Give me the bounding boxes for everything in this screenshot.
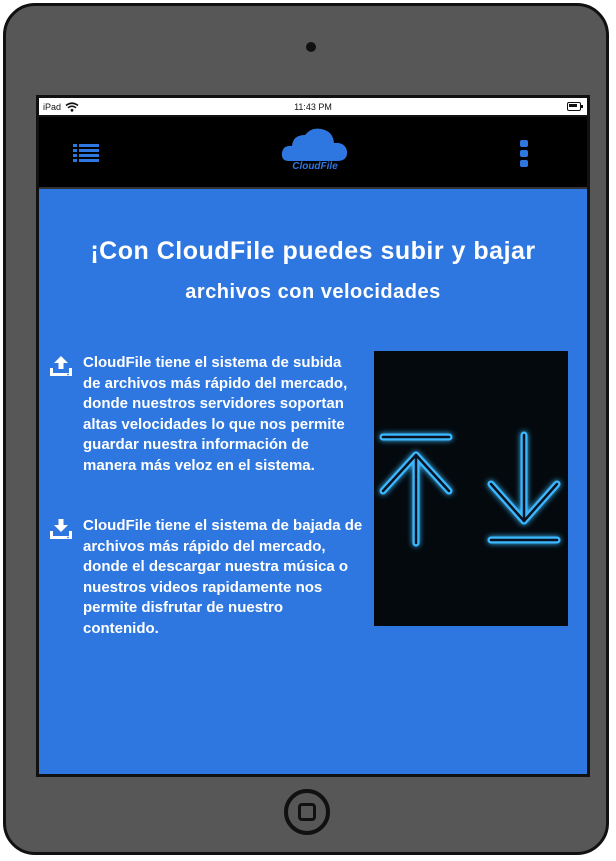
download-icon (50, 519, 72, 539)
status-bar: iPad 11:43 PM (39, 98, 587, 117)
headline: ¡Con CloudFile puedes subir y bajar (90, 237, 536, 265)
home-square-icon (298, 803, 316, 821)
upload-icon (50, 356, 72, 376)
app-header: CloudFile (39, 117, 587, 189)
cloudfile-logo[interactable]: CloudFile (279, 125, 351, 177)
upload-download-image (374, 351, 568, 626)
camera-dot (306, 42, 316, 52)
home-button[interactable] (284, 789, 330, 835)
subheadline: archivos con velocidades (185, 281, 441, 303)
list-icon[interactable] (73, 143, 99, 163)
vertical-ellipsis-icon[interactable] (519, 139, 529, 169)
status-time: 11:43 PM (294, 102, 332, 112)
main-content: ¡Con CloudFile puedes subir y bajar arch… (39, 189, 587, 774)
feature-download-text: CloudFile tiene el sistema de bajada de … (83, 517, 363, 637)
feature-upload-text: CloudFile tiene el sistema de subida de … (83, 354, 348, 474)
logo-text: CloudFile (292, 161, 338, 172)
cloud-icon (281, 128, 348, 161)
battery-icon (567, 102, 583, 111)
tablet-screen: iPad 11:43 PM CloudFile ¡Con CloudFile p… (36, 95, 590, 777)
tablet-frame: iPad 11:43 PM CloudFile ¡Con CloudFile p… (3, 3, 609, 855)
